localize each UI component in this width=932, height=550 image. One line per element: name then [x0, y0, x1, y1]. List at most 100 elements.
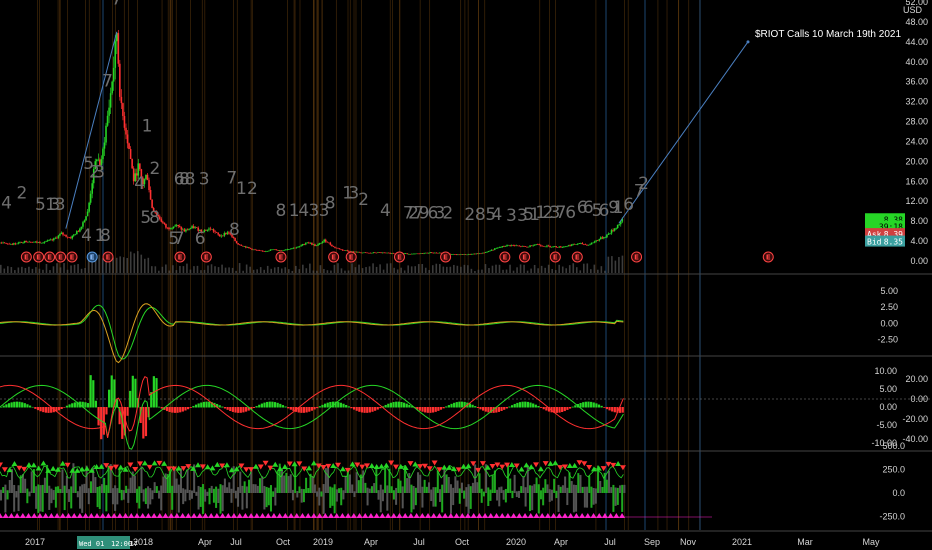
candle-body	[298, 246, 301, 247]
candle-body	[564, 246, 567, 248]
osc3-area-bar	[142, 489, 145, 502]
candle-body	[151, 199, 153, 208]
candle-body	[312, 244, 315, 246]
candle-body	[472, 253, 475, 255]
candle-body	[114, 41, 117, 68]
osc2-hist-bar	[237, 407, 240, 413]
trend-line-end	[746, 40, 750, 44]
osc3-area-bar	[243, 481, 246, 493]
price-tick-label: 20.00	[905, 156, 928, 166]
osc2-hist-bar	[260, 403, 263, 408]
volume-bar	[38, 268, 41, 273]
osc3-area-bar	[423, 479, 426, 493]
candle-body	[29, 241, 32, 243]
osc3-area-bar	[103, 477, 106, 493]
candle-body	[240, 244, 243, 246]
candle-body	[265, 251, 267, 252]
volume-bar	[84, 267, 86, 273]
volume-bar	[597, 269, 599, 273]
earnings-label: E	[553, 254, 558, 262]
candle-body	[189, 228, 192, 230]
osc2-hist-bar	[384, 404, 387, 408]
osc3-area-bar	[318, 487, 321, 506]
volume-bar	[551, 268, 553, 273]
candle-body	[550, 246, 553, 248]
osc3-area-bar	[245, 486, 248, 509]
osc2-hist-bar	[263, 402, 266, 408]
volume-bar	[572, 263, 575, 273]
osc2-hist-bar	[529, 402, 532, 408]
volume-bar	[375, 266, 378, 273]
osc3-area-bar	[17, 485, 20, 512]
candle-body	[226, 232, 229, 234]
candle-body	[49, 239, 52, 241]
osc3-area-bar	[259, 478, 262, 493]
osc2-hist-bar	[605, 407, 609, 410]
candle-body	[278, 250, 281, 251]
candle-body	[269, 249, 272, 251]
candle-body	[194, 227, 196, 229]
candle-body	[549, 245, 551, 248]
volume-bar	[101, 258, 104, 273]
candle-body	[195, 227, 198, 228]
volume-bar	[270, 268, 273, 273]
osc3-area-bar	[30, 471, 33, 493]
candle-body	[288, 249, 290, 250]
osc3-area-bar	[83, 483, 86, 493]
volume-bar	[410, 266, 413, 273]
candle-body	[297, 246, 299, 248]
osc3-area-bar	[151, 490, 154, 500]
osc3-area-bar	[122, 490, 125, 500]
volume-bar	[470, 268, 473, 273]
candle-body	[427, 253, 430, 254]
osc2-hist-bar	[450, 403, 453, 408]
candle-body	[573, 243, 576, 245]
osc2-right-tick-label: 20.00	[905, 374, 928, 384]
wave-label: 2	[150, 159, 161, 179]
candle-body	[54, 237, 57, 239]
time-tick-label: Jul	[413, 537, 425, 547]
osc3-area-bar	[482, 491, 485, 497]
osc1-tick-label: 0.00	[880, 318, 898, 328]
osc3-area-bar	[392, 490, 395, 500]
candle-body	[209, 228, 212, 230]
time-tick-label: 2020	[506, 537, 526, 547]
earnings-marker: E	[102, 251, 114, 263]
osc3-area-bar	[452, 487, 455, 506]
osc3-area-bar	[65, 475, 68, 493]
candle-body	[301, 244, 304, 246]
price-tick-label: 16.00	[905, 176, 928, 186]
osc3-area-bar	[61, 469, 64, 493]
volume-bar	[193, 266, 195, 273]
earnings-label: E	[106, 254, 111, 262]
volume-bar	[182, 266, 185, 273]
candle-body	[139, 163, 141, 170]
osc2-hist-bar	[10, 402, 13, 408]
volume-bar	[59, 267, 62, 273]
osc3-area-bar	[302, 489, 305, 503]
volume-bar	[558, 264, 561, 273]
candle-body	[475, 253, 478, 255]
osc2-hist-bar	[84, 402, 87, 408]
candle-body	[162, 221, 164, 223]
candle-body	[581, 243, 584, 245]
volume-bar	[231, 267, 234, 273]
volume-bar	[516, 267, 518, 273]
osc2-hist-bar	[532, 403, 535, 408]
volume-bar	[210, 264, 213, 273]
volume-bar	[414, 266, 417, 273]
candle-body	[304, 243, 307, 245]
candle-body	[123, 116, 126, 128]
candle-body	[567, 245, 570, 247]
earnings-label: E	[204, 254, 209, 262]
wave-label: 6	[623, 195, 634, 215]
candle-body	[480, 253, 482, 255]
osc3-area-bar	[287, 476, 290, 493]
osc2-hist-bar	[39, 407, 42, 412]
candle-body	[221, 235, 224, 237]
candle-body	[39, 242, 41, 244]
wave-label: 6	[565, 203, 576, 223]
candle-body	[145, 174, 147, 180]
earnings-marker: E	[44, 251, 56, 263]
volume-bar	[540, 265, 543, 273]
